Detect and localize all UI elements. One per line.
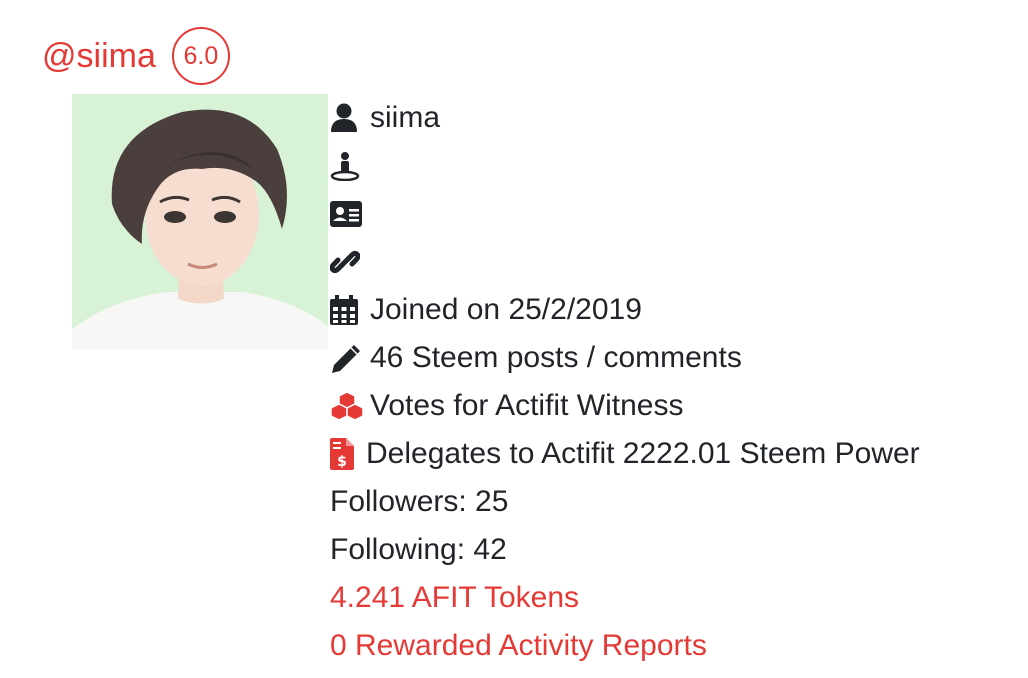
followers-count: Followers: 25 [330,485,509,518]
display-name: siima [370,101,441,134]
post-count: 46 Steem posts / comments [370,341,742,374]
name-row: siima [330,94,1020,142]
joined-date: Joined on 25/2/2019 [370,293,642,326]
pencil-icon [330,343,370,373]
joined-row: Joined on 25/2/2019 [330,286,1020,334]
reputation-badge: 6.0 [171,27,230,85]
delegation-amount: Delegates to Actifit 2222.01 Steem Power [366,437,920,470]
location-icon [330,151,370,181]
profile-handle[interactable]: @siima [42,26,156,86]
svg-text:$: $ [337,454,347,470]
delegation-row: $ Delegates to Actifit 2222.01 Steem Pow… [330,430,1020,478]
rewarded-reports[interactable]: 0 Rewarded Activity Reports [330,629,707,663]
location-row [330,142,1020,190]
link-icon[interactable] [330,247,370,277]
posts-row: 46 Steem posts / comments [330,334,1020,382]
profile-details: siima Joined on 25/2/2019 46 Steem posts… [330,94,1020,670]
file-invoice-dollar-icon: $ [330,438,366,470]
avatar [72,94,328,350]
profile-header: @siima 6.0 [42,26,230,86]
witness-row: Votes for Actifit Witness [330,382,1020,430]
rewarded-reports-row: 0 Rewarded Activity Reports [330,622,1020,670]
followers-row: Followers: 25 [330,478,1020,526]
following-count: Following: 42 [330,533,507,566]
calendar-icon [330,295,370,325]
afit-tokens-row: 4.241 AFIT Tokens [330,574,1020,622]
afit-tokens[interactable]: 4.241 AFIT Tokens [330,581,579,615]
cubes-icon [330,391,370,421]
id-card-icon [330,201,370,227]
link-row [330,238,1020,286]
user-icon [330,103,370,133]
witness-vote: Votes for Actifit Witness [370,389,684,422]
id-row [330,190,1020,238]
following-row: Following: 42 [330,526,1020,574]
